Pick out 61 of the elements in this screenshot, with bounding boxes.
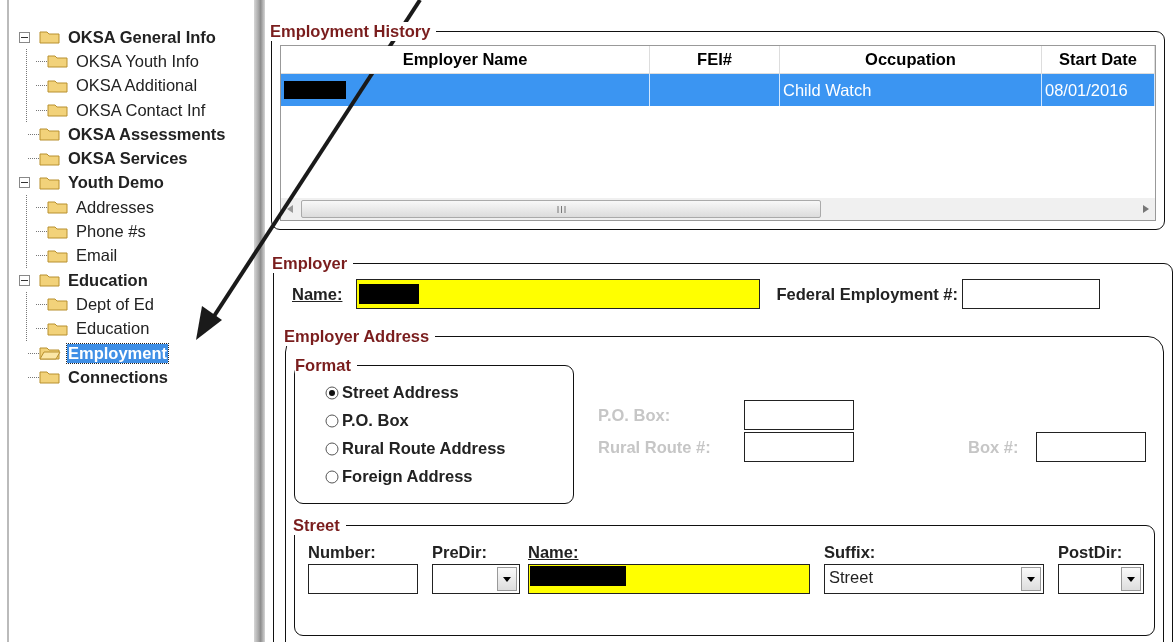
table-cell: Child Watch — [780, 74, 1042, 106]
federal-employment-field[interactable] — [962, 279, 1100, 309]
caret-icon — [1127, 576, 1135, 582]
caret-icon — [1027, 576, 1035, 582]
field-label: P.O. Box: — [598, 405, 672, 425]
collapse-toggle[interactable] — [19, 274, 30, 286]
folder-icon — [47, 200, 69, 215]
tree-item[interactable]: OKSA General Info — [67, 27, 217, 47]
table-cell: 08/01/2016 — [1042, 74, 1155, 106]
tree-item[interactable]: OKSA Youth Info — [75, 51, 200, 71]
field-label: PostDir: — [1058, 543, 1124, 562]
field-label: Box #: — [968, 437, 1020, 457]
folder-icon — [39, 127, 61, 142]
folder-icon — [47, 103, 69, 118]
field-label: Number: — [308, 543, 377, 562]
tree-item[interactable]: Education — [67, 270, 149, 290]
field-label: Name: — [528, 543, 580, 562]
tree-item[interactable]: Email — [75, 246, 119, 266]
folder-icon — [47, 224, 69, 239]
field-label: Rural Route #: — [598, 437, 712, 457]
street-name-field[interactable] — [528, 564, 810, 594]
folder-icon — [39, 370, 61, 385]
scroll-left-icon[interactable] — [287, 205, 293, 213]
column-header[interactable]: FEI# — [650, 46, 780, 74]
tree-item[interactable]: Dept of Ed — [75, 294, 155, 314]
folder-icon — [39, 273, 61, 288]
tree-item[interactable]: Connections — [67, 367, 169, 387]
caret-icon — [503, 576, 511, 582]
tree-item[interactable]: Youth Demo — [67, 173, 165, 193]
column-header[interactable]: Start Date — [1042, 46, 1155, 74]
dropdown[interactable] — [432, 564, 520, 594]
folder-icon — [47, 54, 69, 69]
scroll-right-icon[interactable] — [1143, 205, 1149, 213]
column-header[interactable]: Occupation — [780, 46, 1042, 74]
dropdown[interactable] — [1058, 564, 1144, 594]
folder-icon — [47, 78, 69, 93]
horizontal-scrollbar[interactable] — [281, 198, 1155, 220]
tree-item[interactable]: Addresses — [75, 197, 155, 217]
collapse-toggle[interactable] — [19, 31, 30, 43]
folder-icon — [47, 321, 69, 336]
folder-icon — [47, 297, 69, 312]
folder-icon — [39, 30, 61, 45]
field-label: Name: — [292, 284, 343, 304]
collapse-toggle[interactable] — [19, 177, 30, 189]
field-label: Suffix: — [824, 543, 877, 562]
field-label: PreDir: — [432, 543, 489, 562]
name-field[interactable] — [356, 279, 761, 309]
folder-icon — [39, 175, 61, 190]
open-folder-icon — [39, 346, 61, 360]
folder-icon — [47, 248, 69, 263]
folder-icon — [39, 151, 61, 166]
tree-item[interactable]: OKSA Assessments — [67, 124, 227, 144]
tree-item[interactable]: OKSA Contact Inf — [75, 100, 207, 120]
tree-item[interactable]: Education — [75, 319, 151, 339]
tree-item[interactable]: OKSA Services — [67, 149, 189, 169]
tree-item[interactable]: OKSA Additional — [75, 76, 199, 96]
field-label: Federal Employment #: — [776, 284, 958, 304]
column-header[interactable]: Employer Name — [281, 46, 650, 74]
number-field[interactable] — [308, 564, 418, 594]
tree-item[interactable]: Phone #s — [75, 222, 147, 241]
grip-icon — [556, 205, 566, 213]
